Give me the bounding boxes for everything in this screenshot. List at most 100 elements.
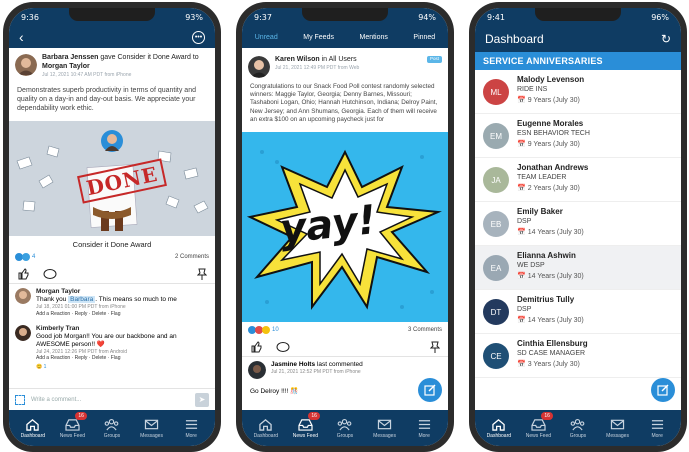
celebrate-reaction-icon [22, 253, 30, 262]
nav-label: More [418, 432, 430, 439]
commenter-avatar[interactable] [248, 361, 266, 379]
comments-count[interactable]: 3 Comments [408, 327, 442, 333]
commenter-name[interactable]: Morgan Taylor [36, 288, 177, 296]
comments-count[interactable]: 2 Comments [175, 254, 209, 260]
like-icon[interactable] [17, 268, 29, 280]
mention-tag[interactable]: Barbara [68, 296, 96, 304]
camera-notch [535, 8, 621, 21]
anniversary-row[interactable]: CE Cinthia Ellensburg SD CASE MANAGER 📅 3 Ye… [475, 334, 681, 378]
initials-avatar[interactable]: JA [483, 167, 509, 193]
initials-avatar[interactable]: EA [483, 255, 509, 281]
nav-messages[interactable]: Messages [366, 418, 404, 439]
initials-avatar[interactable]: ML [483, 79, 509, 105]
initials-avatar[interactable]: EM [483, 123, 509, 149]
phone-feed-post: 9:36 93% ‹ ••• Barbara Jenssen gave Cons… [3, 2, 221, 452]
person-name[interactable]: Cinthia Ellensburg [517, 339, 588, 348]
years-text: 14 Years (July 30) [527, 316, 584, 324]
nav-groups[interactable]: Groups [559, 418, 597, 439]
nav-more[interactable]: More [172, 418, 210, 439]
person-name[interactable]: Elianna Ashwin [517, 251, 584, 260]
nav-more[interactable]: More [638, 418, 676, 439]
anniversary-row[interactable]: JA Jonathan Andrews TEAM LEADER 📅 2 Years (J… [475, 158, 681, 202]
nav-dashboard[interactable]: Dashboard [480, 418, 518, 439]
recipient-name[interactable]: Morgan Taylor [42, 63, 90, 70]
commenter-name[interactable]: Jasmine Holts [271, 361, 315, 368]
tab-mentions[interactable]: Mentions [357, 28, 389, 47]
nav-news-feed[interactable]: 16 News Feed [286, 411, 324, 439]
initials-avatar[interactable]: CE [483, 343, 509, 369]
calendar-icon: 📅 [517, 317, 526, 324]
award-image[interactable]: DONE [9, 121, 215, 237]
comment-text-part: . This means so much to me [95, 296, 177, 304]
smile-reaction-icon [262, 326, 270, 334]
person-name[interactable]: Jonathan Andrews [517, 163, 588, 172]
expand-icon[interactable] [15, 394, 25, 405]
comment-icon[interactable] [43, 268, 57, 280]
person-name[interactable]: Demitrius Tully [517, 295, 584, 304]
group-name[interactable]: All Users [329, 56, 357, 63]
nav-groups[interactable]: Groups [93, 418, 131, 439]
comment-reactions[interactable]: 😊 1 [36, 364, 209, 370]
more-options-icon[interactable]: ••• [192, 30, 205, 44]
compose-post-button[interactable] [418, 378, 442, 402]
commenter-avatar[interactable] [15, 324, 31, 341]
person-info: Eugenne Morales ESN BEHAVIOR TECH 📅 9 Years… [517, 119, 590, 148]
commenter-name[interactable]: Kimberly Tran [36, 325, 209, 333]
author-name[interactable]: Karen Wilson [275, 56, 320, 63]
post-header: Karen Wilson in All Users Jul 21, 2021 1… [242, 48, 448, 78]
anniversary-years: 📅 9 Years (July 30) [517, 140, 590, 149]
yay-image[interactable]: yay! [242, 132, 448, 322]
back-icon[interactable]: ‹ [19, 29, 24, 45]
nav-messages[interactable]: Messages [599, 418, 637, 439]
groups-icon [105, 418, 119, 430]
comment-actions[interactable]: Add a Reaction · Reply · Delete · Flag [36, 355, 209, 361]
send-icon[interactable]: ➤ [195, 392, 209, 407]
nav-dashboard[interactable]: Dashboard [14, 418, 52, 439]
nav-label: Messages [373, 432, 396, 439]
refresh-icon[interactable]: ↻ [661, 32, 671, 46]
initials-avatar[interactable]: EB [483, 211, 509, 237]
reaction-group[interactable]: 4 [15, 253, 35, 262]
comment-actions[interactable]: Add a Reaction · Reply · Delete · Flag [36, 311, 177, 317]
like-icon[interactable] [250, 341, 262, 353]
camera-notch [69, 8, 155, 21]
home-icon [259, 418, 273, 431]
compose-post-button[interactable] [651, 378, 675, 402]
nav-news-feed[interactable]: 16 News Feed [519, 411, 557, 439]
anniversary-row[interactable]: EA Elianna Ashwin WE DSP 📅 14 Years (July 30… [475, 246, 681, 290]
post-actions [9, 265, 215, 285]
author-name[interactable]: Barbara Jenssen [42, 54, 98, 61]
person-info: Jonathan Andrews TEAM LEADER 📅 2 Years (Jul… [517, 163, 588, 192]
tab-unread[interactable]: Unread [253, 28, 280, 47]
pin-icon[interactable] [430, 341, 440, 353]
commenter-avatar[interactable] [15, 288, 31, 305]
phone-screen: 9:36 93% ‹ ••• Barbara Jenssen gave Cons… [9, 8, 215, 446]
author-avatar[interactable] [248, 56, 270, 78]
award-caption: Consider it Done Award [72, 240, 152, 250]
initials-avatar[interactable]: DT [483, 299, 509, 325]
author-avatar[interactable] [15, 54, 37, 76]
person-info: Malody Levenson RIDE INS 📅 9 Years (July 30… [517, 75, 584, 104]
person-name[interactable]: Eugenne Morales [517, 119, 590, 128]
anniversary-row[interactable]: EM Eugenne Morales ESN BEHAVIOR TECH 📅 9 Yea… [475, 114, 681, 158]
top-bar: Dashboard ↻ [475, 26, 681, 52]
nav-dashboard[interactable]: Dashboard [247, 418, 285, 439]
nav-news-feed[interactable]: 16 News Feed [53, 411, 91, 439]
comment-input[interactable]: Write a comment... [31, 397, 189, 403]
groups-icon [571, 418, 585, 430]
phone-dashboard: 9:41 96% Dashboard ↻ SERVICE ANNIVERSARI… [469, 2, 687, 452]
pin-icon[interactable] [197, 268, 207, 281]
anniversary-row[interactable]: EB Emily Baker DSP 📅 14 Years (July 30) [475, 202, 681, 246]
nav-messages[interactable]: Messages [133, 418, 171, 439]
person-name[interactable]: Emily Baker [517, 207, 584, 216]
comment-icon[interactable] [276, 341, 290, 353]
reaction-group[interactable]: 10 [248, 326, 279, 334]
anniversary-row[interactable]: ML Malody Levenson RIDE INS 📅 9 Years (July … [475, 70, 681, 114]
tab-pinned[interactable]: Pinned [411, 28, 437, 47]
nav-groups[interactable]: Groups [326, 418, 364, 439]
person-name[interactable]: Malody Levenson [517, 75, 584, 84]
tab-my-feeds[interactable]: My Feeds [301, 28, 336, 47]
anniversary-row[interactable]: DT Demitrius Tully DSP 📅 14 Years (July 30) [475, 290, 681, 334]
bottom-nav: Dashboard 16 News Feed Groups Messages Mo… [9, 410, 215, 446]
nav-more[interactable]: More [405, 418, 443, 439]
